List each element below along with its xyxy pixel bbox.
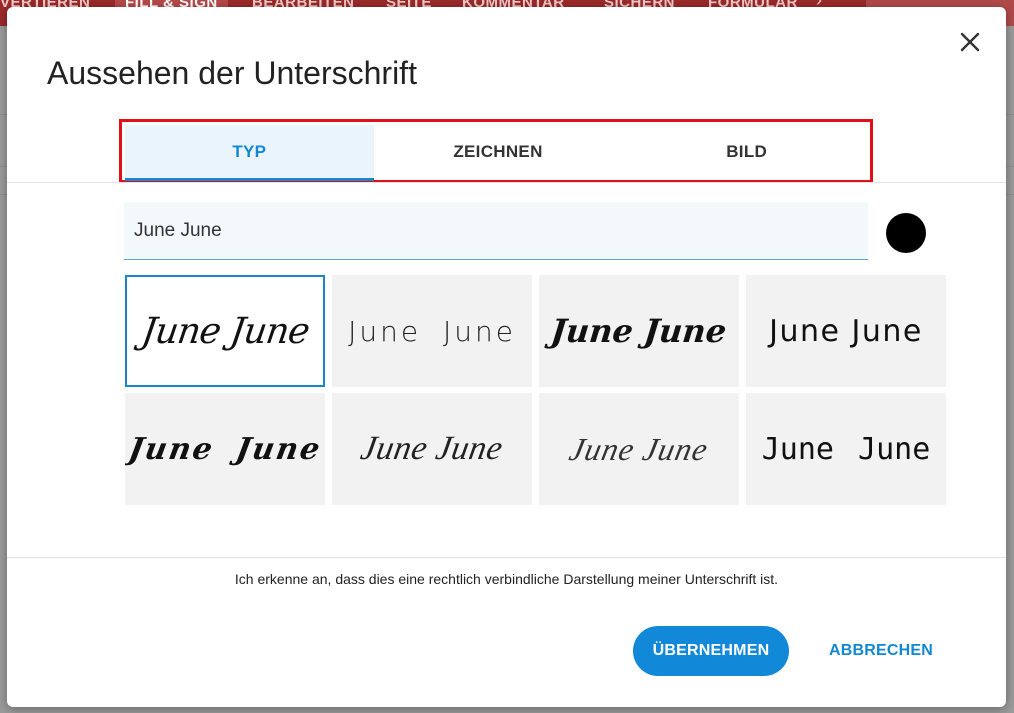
signature-preview: June June xyxy=(138,310,312,352)
signature-option-4[interactable]: June June xyxy=(746,275,946,387)
signature-preview: June June xyxy=(549,312,729,350)
signature-preview: June June xyxy=(566,430,712,467)
signature-preview: June June xyxy=(125,431,325,467)
signature-preview: June June xyxy=(761,431,931,467)
close-icon[interactable] xyxy=(957,29,983,55)
signature-preview: June June xyxy=(348,314,516,348)
signature-option-1[interactable]: June June xyxy=(125,275,325,387)
signature-style-grid: June June June June June June June June … xyxy=(125,275,946,505)
signature-option-6[interactable]: June June xyxy=(332,393,532,505)
signature-preview: June June xyxy=(358,430,507,467)
signature-preview: June June xyxy=(769,313,923,349)
footer-divider xyxy=(7,557,1006,558)
cancel-button[interactable]: ABBRECHEN xyxy=(815,626,947,676)
apply-button[interactable]: ÜBERNEHMEN xyxy=(633,626,789,676)
signature-name-input[interactable] xyxy=(124,202,868,260)
signature-appearance-dialog: Aussehen der Unterschrift TYP ZEICHNEN B… xyxy=(7,7,1006,707)
legal-disclaimer: Ich erkenne an, dass dies eine rechtlich… xyxy=(234,571,779,587)
signature-mode-tabs: TYP ZEICHNEN BILD xyxy=(125,125,871,181)
tab-type[interactable]: TYP xyxy=(125,125,374,181)
signature-option-3[interactable]: June June xyxy=(539,275,739,387)
tabs-divider xyxy=(7,182,1006,183)
signature-option-5[interactable]: June June xyxy=(125,393,325,505)
dialog-title: Aussehen der Unterschrift xyxy=(47,55,417,91)
signature-option-2[interactable]: June June xyxy=(332,275,532,387)
signature-option-7[interactable]: June June xyxy=(539,393,739,505)
color-picker-swatch[interactable] xyxy=(886,213,926,253)
signature-option-8[interactable]: June June xyxy=(746,393,946,505)
tab-draw[interactable]: ZEICHNEN xyxy=(374,125,623,179)
tab-image[interactable]: BILD xyxy=(622,125,871,179)
